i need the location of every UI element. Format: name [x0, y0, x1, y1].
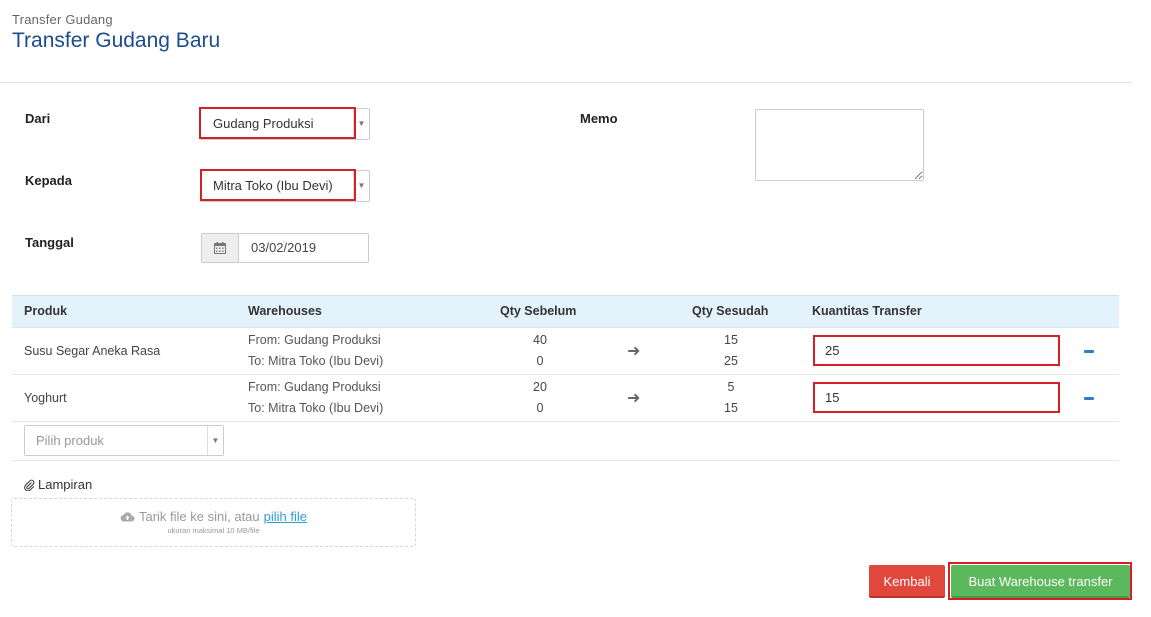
col-qty-sebelum: Qty Sebelum [500, 304, 577, 318]
table-header: Produk Warehouses Qty Sebelum Qty Sesuda… [12, 295, 1119, 328]
chevron-down-icon: ▼ [353, 109, 369, 139]
qty-sesudah-to: 25 [724, 354, 738, 368]
col-kuantitas-transfer: Kuantitas Transfer [812, 304, 922, 318]
memo-label: Memo [580, 111, 618, 126]
kepada-select[interactable]: Mitra Toko (Ibu Devi) ▼ [200, 170, 370, 202]
col-produk: Produk [24, 304, 68, 318]
kuantitas-input[interactable]: 25 [813, 335, 1060, 366]
produk-name: Yoghurt [24, 391, 67, 405]
dropzone-size-hint: ukuran maksimal 10 MB/file [167, 526, 260, 535]
warehouse-to: To: Mitra Toko (Ibu Devi) [248, 354, 384, 368]
lampiran-label: Lampiran [24, 477, 92, 492]
calendar-icon[interactable] [202, 234, 239, 262]
dari-label: Dari [25, 111, 51, 126]
header-divider [0, 82, 1132, 83]
chevron-down-icon: ▼ [207, 426, 223, 455]
dari-select[interactable]: Gudang Produksi ▼ [200, 108, 370, 140]
minus-icon[interactable] [1084, 350, 1094, 353]
col-qty-sesudah: Qty Sesudah [692, 304, 769, 318]
qty-sesudah-to: 15 [724, 401, 738, 415]
qty-sesudah-from: 15 [724, 333, 738, 347]
file-dropzone[interactable]: Tarik file ke sini, atau pilih file ukur… [11, 498, 416, 547]
warehouse-to: To: Mitra Toko (Ibu Devi) [248, 401, 384, 415]
arrow-right-icon: ➜ [627, 343, 641, 360]
arrow-right-icon: ➜ [627, 390, 641, 407]
memo-textarea[interactable] [755, 109, 924, 181]
table-row: Yoghurt From: Gudang Produksi To: Mitra … [12, 375, 1119, 422]
dropzone-text: Tarik file ke sini, atau [138, 509, 260, 524]
tanggal-label: Tanggal [25, 235, 74, 250]
qty-sesudah-from: 5 [727, 380, 735, 394]
warehouse-from: From: Gudang Produksi [248, 380, 381, 394]
page-header: Transfer Gudang Transfer Gudang Baru [12, 12, 220, 53]
kembali-button[interactable]: Kembali [869, 565, 945, 598]
breadcrumb[interactable]: Transfer Gudang [12, 12, 220, 27]
pilih-produk-placeholder: Pilih produk [36, 433, 104, 448]
qty-sebelum-from: 40 [533, 333, 547, 347]
divider [12, 460, 1119, 461]
qty-sebelum-to: 0 [536, 354, 544, 368]
tanggal-value[interactable]: 03/02/2019 [239, 234, 316, 262]
transfer-table: Produk Warehouses Qty Sebelum Qty Sesuda… [12, 295, 1119, 422]
tanggal-datepicker[interactable]: 03/02/2019 [201, 233, 369, 263]
chevron-down-icon: ▼ [353, 171, 369, 201]
dari-select-value: Gudang Produksi [213, 116, 314, 131]
warehouse-from: From: Gudang Produksi [248, 333, 381, 347]
kepada-label: Kepada [25, 173, 72, 188]
dropzone-main: Tarik file ke sini, atau pilih file [12, 509, 415, 524]
pilih-produk-select[interactable]: Pilih produk ▼ [24, 425, 224, 456]
paperclip-icon [24, 479, 35, 491]
kuantitas-input[interactable]: 15 [813, 382, 1060, 413]
buat-warehouse-transfer-button[interactable]: Buat Warehouse transfer [951, 565, 1130, 598]
qty-sebelum-from: 20 [533, 380, 547, 394]
table-row: Susu Segar Aneka Rasa From: Gudang Produ… [12, 328, 1119, 375]
qty-sebelum-to: 0 [536, 401, 544, 415]
minus-icon[interactable] [1084, 397, 1094, 400]
cloud-upload-icon [120, 512, 135, 522]
produk-name: Susu Segar Aneka Rasa [24, 344, 161, 358]
col-warehouses: Warehouses [248, 304, 322, 318]
kepada-select-value: Mitra Toko (Ibu Devi) [213, 178, 333, 193]
lampiran-text: Lampiran [38, 477, 93, 492]
pilih-file-link[interactable]: pilih file [264, 509, 307, 524]
page-title: Transfer Gudang Baru [12, 29, 221, 52]
